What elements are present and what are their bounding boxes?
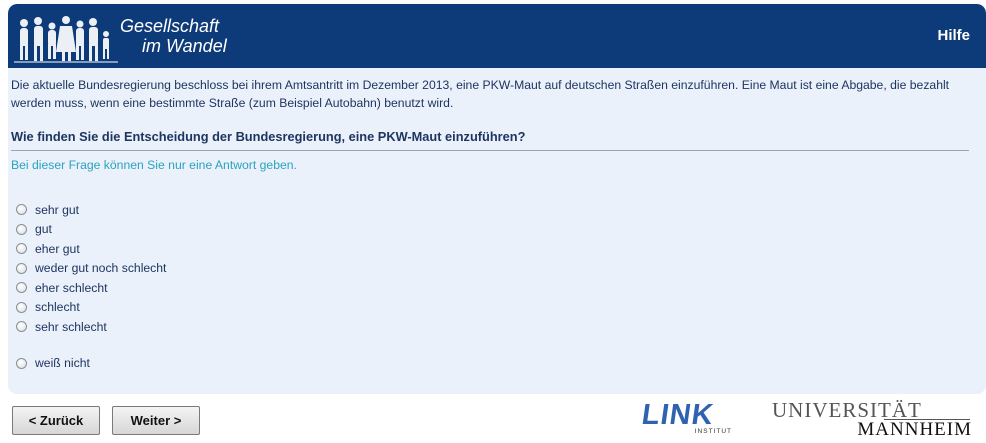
logo-line-2: im Wandel (142, 36, 227, 56)
intro-text: Die aktuelle Bundesregierung beschloss b… (11, 78, 950, 110)
option-schlecht[interactable]: schlecht (16, 298, 166, 318)
option-weiss-nicht[interactable]: weiß nicht (16, 354, 166, 374)
logo-wordmark: Gesellschaft im Wandel (120, 16, 227, 56)
option-label: weiß nicht (35, 356, 90, 371)
option-eher-gut[interactable]: eher gut (16, 239, 166, 259)
question-text: Wie finden Sie die Entscheidung der Bund… (11, 129, 969, 151)
answer-options: sehr gut gut eher gut weder gut noch sch… (16, 200, 166, 373)
option-eher-schlecht[interactable]: eher schlecht (16, 278, 166, 298)
radio-button[interactable] (16, 204, 27, 216)
option-label: eher gut (35, 241, 80, 256)
logo-line-1: Gesellschaft (120, 16, 220, 36)
option-weder-gut-noch-schlecht[interactable]: weder gut noch schlecht (16, 259, 166, 279)
option-sehr-gut[interactable]: sehr gut (16, 200, 166, 220)
link-logo-sub: INSTITUT (694, 428, 732, 435)
header-bar: Gesellschaft im Wandel Hilfe (8, 4, 986, 68)
radio-button[interactable] (16, 262, 27, 274)
uni-logo-top: UNIVERSITÄT (772, 398, 922, 422)
radio-button[interactable] (16, 301, 27, 313)
people-silhouette-icon (14, 16, 118, 63)
next-button[interactable]: Weiter > (112, 406, 200, 435)
radio-button[interactable] (16, 282, 27, 294)
radio-button[interactable] (16, 357, 27, 369)
gesellschaft-im-wandel-logo: Gesellschaft im Wandel (14, 12, 254, 64)
radio-button[interactable] (16, 223, 27, 235)
back-button[interactable]: < Zurück (12, 406, 100, 435)
option-label: sehr gut (35, 202, 80, 217)
question-content: Die aktuelle Bundesregierung beschloss b… (11, 76, 969, 172)
option-label: weder gut noch schlecht (35, 261, 167, 276)
radio-button[interactable] (16, 321, 27, 333)
uni-logo-bottom: MANNHEIM (857, 419, 972, 440)
help-link[interactable]: Hilfe (937, 27, 970, 44)
universitaet-mannheim-logo: UNIVERSITÄT MANNHEIM (772, 399, 972, 441)
option-sehr-schlecht[interactable]: sehr schlecht (16, 317, 166, 337)
link-logo-word: LINK (639, 399, 716, 431)
link-institut-logo: LINK INSTITUT (639, 399, 734, 440)
option-label: schlecht (35, 300, 80, 315)
option-gut[interactable]: gut (16, 220, 166, 240)
option-label: sehr schlecht (35, 319, 107, 334)
option-label: gut (35, 222, 52, 237)
answer-hint: Bei dieser Frage können Sie nur eine Ant… (11, 158, 297, 172)
option-label: eher schlecht (35, 280, 108, 295)
radio-button[interactable] (16, 243, 27, 255)
